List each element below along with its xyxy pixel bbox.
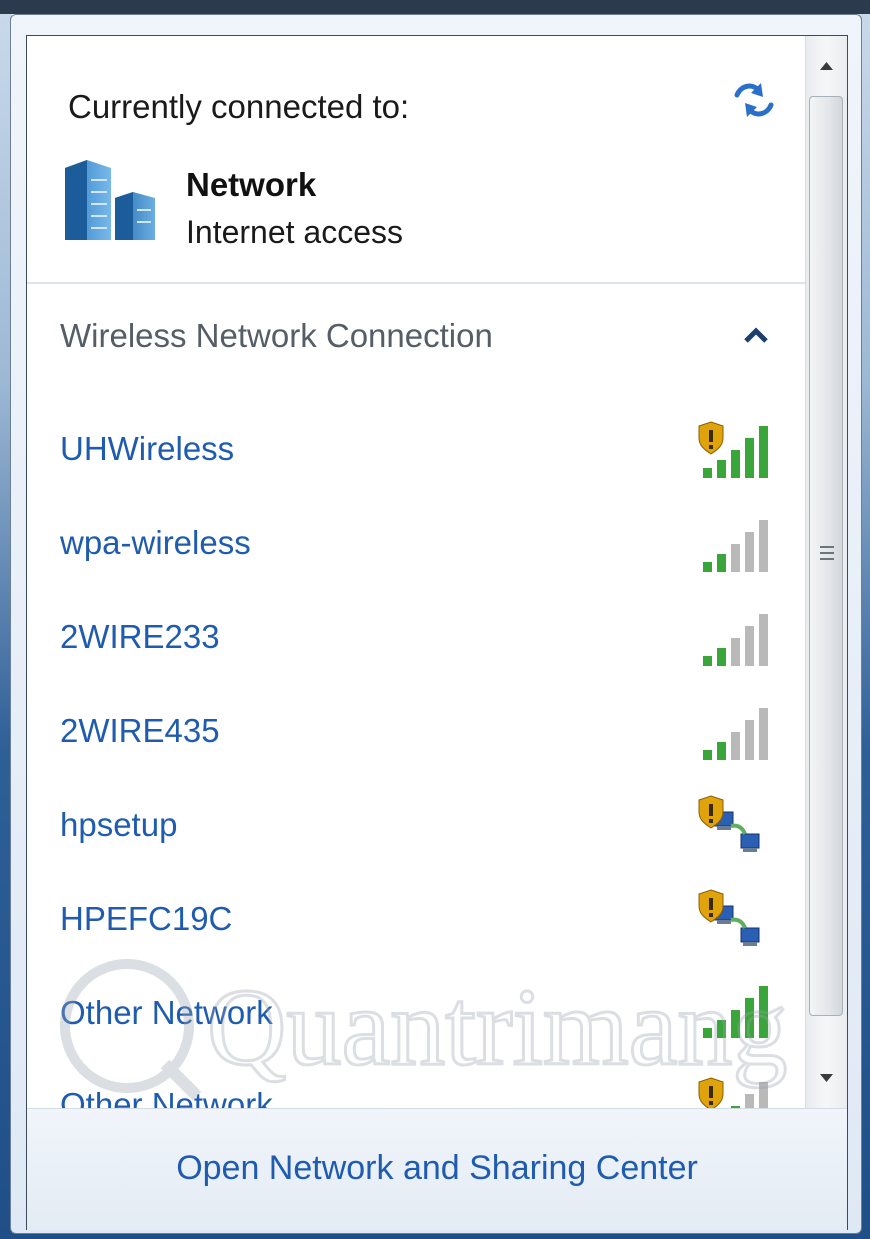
desktop-strip-top (0, 0, 870, 14)
signal-icon (703, 520, 768, 572)
network-item[interactable]: UHWireless (27, 406, 805, 496)
connected-network-status: Internet access (186, 214, 403, 250)
connected-network-name: Network (186, 166, 317, 203)
scroll-grip-icon (820, 546, 834, 560)
divider (27, 282, 805, 284)
network-name: Other Network (60, 994, 273, 1031)
open-network-sharing-center-link[interactable]: Open Network and Sharing Center (27, 1149, 847, 1188)
network-name: 2WIRE233 (60, 618, 220, 655)
signal-secured-icon (698, 1077, 768, 1108)
network-item[interactable]: HPEFC19C (27, 876, 805, 966)
signal-icon (703, 708, 768, 760)
network-name: HPEFC19C (60, 900, 233, 937)
section-title: Wireless Network Connection (60, 317, 493, 354)
scrollbar-thumb[interactable] (809, 96, 843, 1016)
adhoc-network-secured-icon (698, 889, 760, 946)
signal-icon (703, 614, 768, 666)
network-item[interactable]: 2WIRE233 (27, 594, 805, 684)
network-name: hpsetup (60, 806, 178, 843)
network-item[interactable]: Other Network (27, 1064, 805, 1108)
currently-connected-label: Currently connected to: (68, 88, 410, 125)
network-name: Other Network (60, 1086, 273, 1108)
chevron-up-icon[interactable] (742, 326, 770, 344)
adhoc-network-secured-icon (698, 795, 760, 852)
scroll-down-arrow-icon[interactable] (806, 1050, 847, 1108)
network-name: 2WIRE435 (60, 712, 220, 749)
flyout-panel: Currently connected to: Network Internet… (26, 35, 848, 1230)
network-item[interactable]: hpsetup (27, 782, 805, 872)
network-flyout: Currently connected to: Network Internet… (10, 14, 862, 1234)
scrollbar[interactable] (805, 36, 847, 1108)
refresh-icon[interactable] (731, 77, 777, 123)
network-name: UHWireless (60, 430, 235, 467)
signal-secured-icon (698, 421, 768, 478)
network-item[interactable]: Other Network (27, 970, 805, 1060)
network-item[interactable]: 2WIRE435 (27, 688, 805, 778)
footer: Open Network and Sharing Center (27, 1108, 847, 1230)
network-list-area: Currently connected to: Network Internet… (27, 36, 805, 1108)
network-item[interactable]: wpa-wireless (27, 500, 805, 590)
network-building-icon (65, 160, 155, 240)
signal-icon (703, 986, 768, 1038)
scroll-up-arrow-icon[interactable] (806, 36, 847, 94)
network-name: wpa-wireless (60, 524, 251, 561)
